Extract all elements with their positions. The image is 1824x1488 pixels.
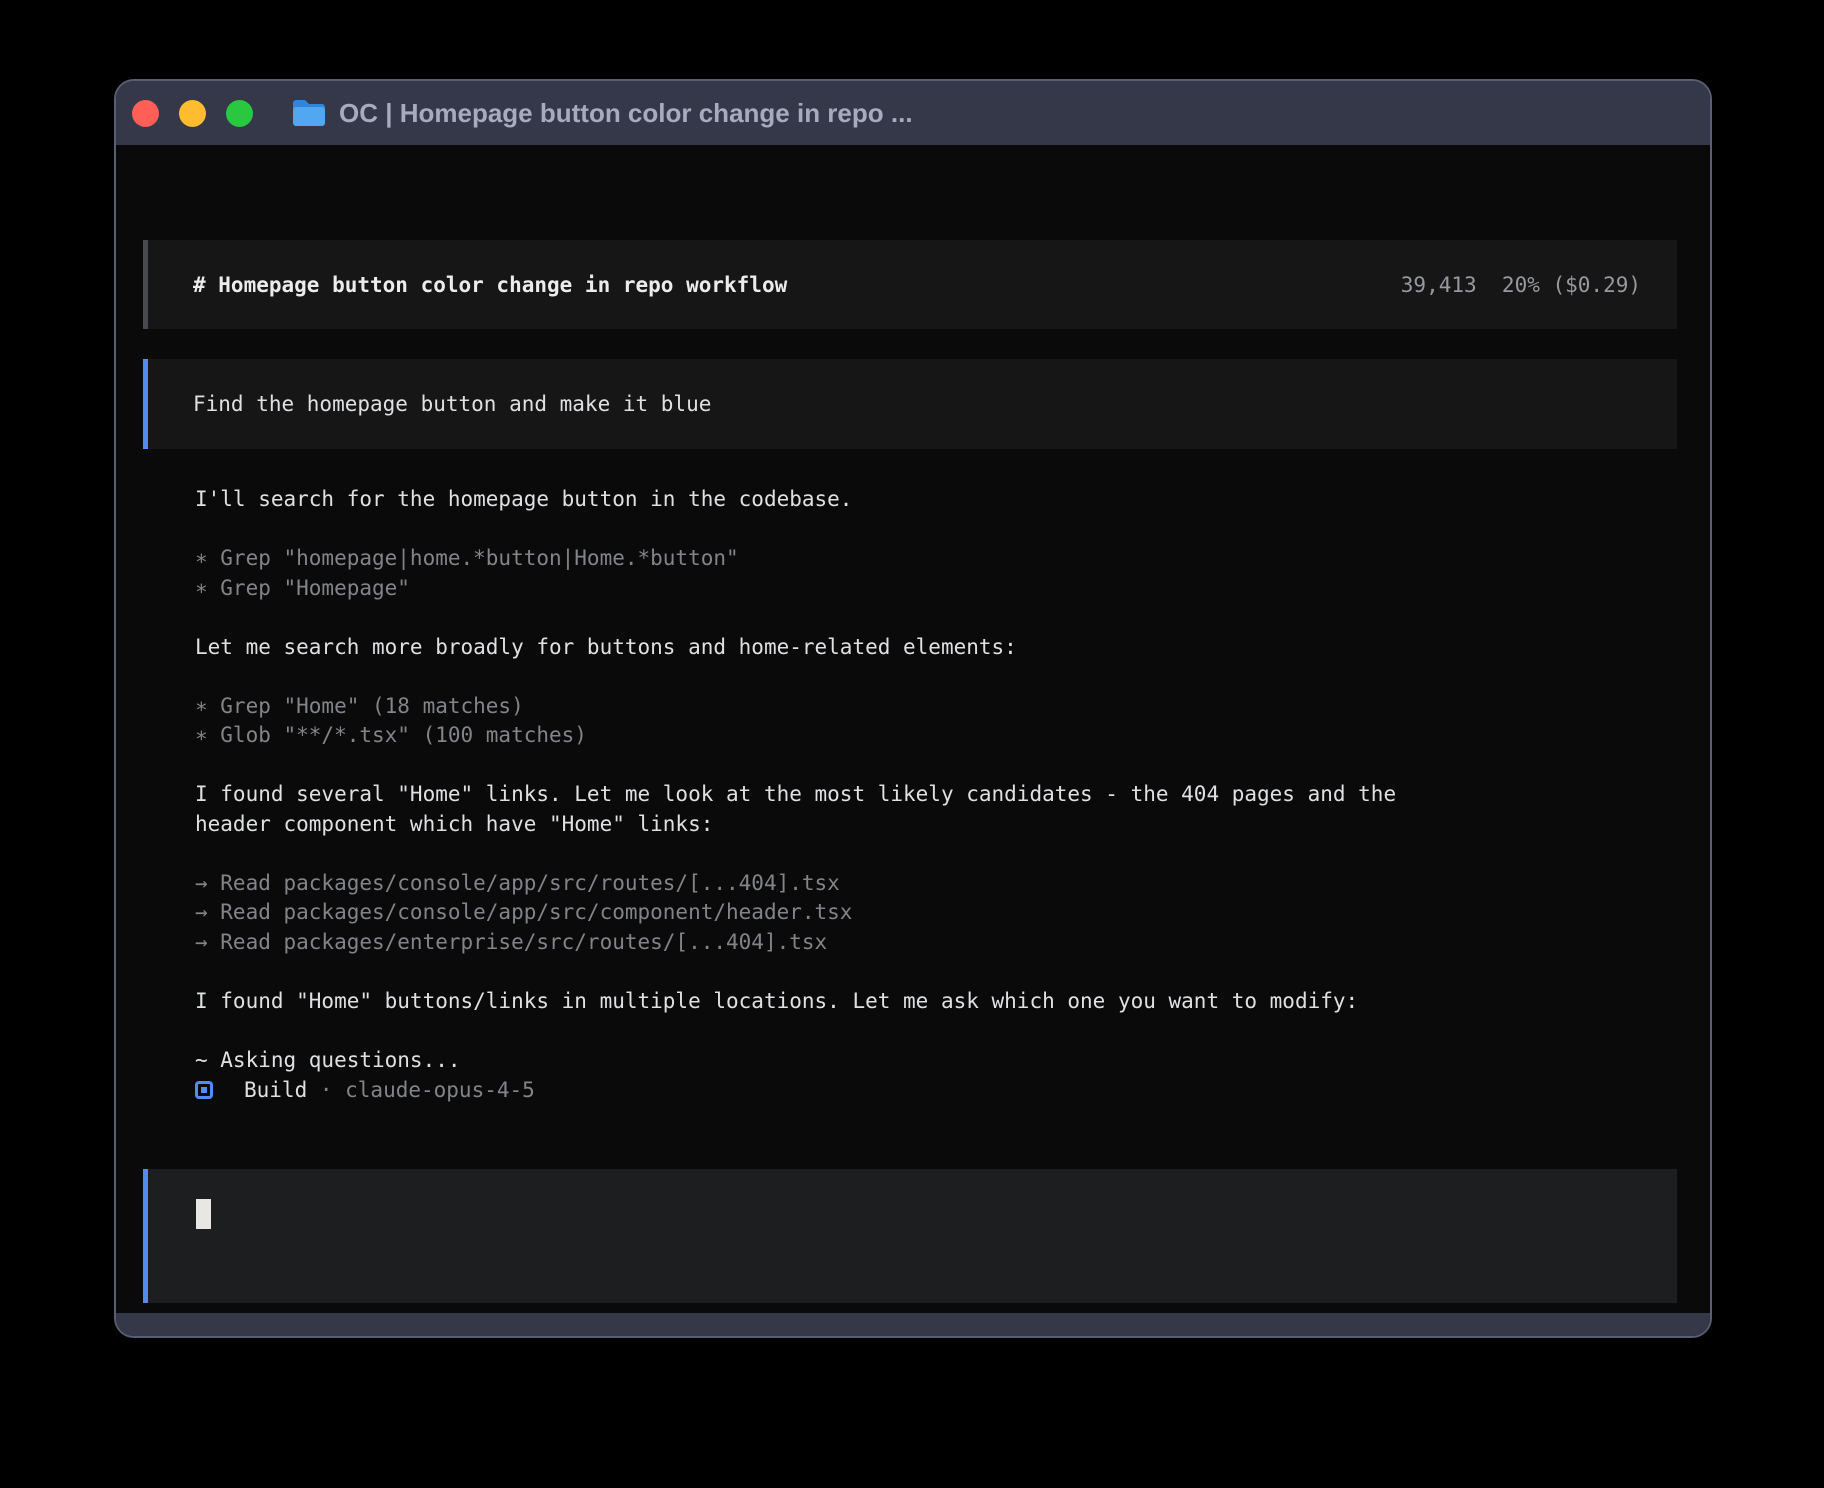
- assistant-text-line: I found "Home" buttons/links in multiple…: [195, 987, 1679, 1017]
- session-stats: 39,413 20% ($0.29): [1401, 273, 1677, 297]
- prompt-input[interactable]: Build Claude Opus 4.5 OpenCode Zen: [143, 1169, 1677, 1303]
- minimize-button[interactable]: [179, 100, 206, 127]
- assistant-text-line: I found several "Home" links. Let me loo…: [195, 780, 1679, 810]
- tool-call-line: → Read packages/console/app/src/componen…: [195, 898, 1679, 928]
- terminal-content: # Homepage button color change in repo w…: [116, 145, 1710, 1317]
- tool-call-group: → Read packages/console/app/src/routes/[…: [195, 869, 1679, 958]
- window-bottom-chrome: [116, 1313, 1710, 1336]
- assistant-text-line: Let me search more broadly for buttons a…: [195, 633, 1679, 663]
- tool-call-group: ∗ Grep "homepage|home.*button|Home.*butt…: [195, 544, 1679, 603]
- traffic-lights: [132, 100, 253, 127]
- assistant-text: ~ Asking questions...: [195, 1046, 1679, 1076]
- folder-icon: [291, 98, 327, 128]
- assistant-text: I'll search for the homepage button in t…: [195, 485, 1679, 515]
- assistant-text: I found "Home" buttons/links in multiple…: [195, 987, 1679, 1017]
- tool-call-line: → Read packages/enterprise/src/routes/[.…: [195, 928, 1679, 958]
- tool-call-group: ∗ Grep "Home" (18 matches)∗ Glob "**/*.t…: [195, 692, 1679, 751]
- terminal-window: OC | Homepage button color change in rep…: [114, 79, 1712, 1338]
- assistant-response: I'll search for the homepage button in t…: [195, 485, 1679, 1105]
- session-header: # Homepage button color change in repo w…: [143, 240, 1677, 329]
- assistant-text-line: header component which have "Home" links…: [195, 810, 1679, 840]
- agent-model: · claude-opus-4-5: [307, 1078, 535, 1102]
- tool-call-line: → Read packages/console/app/src/routes/[…: [195, 869, 1679, 899]
- window-title: OC | Homepage button color change in rep…: [339, 98, 913, 129]
- close-button[interactable]: [132, 100, 159, 127]
- assistant-paragraphs: I'll search for the homepage button in t…: [195, 485, 1679, 1075]
- zoom-button[interactable]: [226, 100, 253, 127]
- text-cursor: [196, 1199, 211, 1229]
- assistant-text: Let me search more broadly for buttons a…: [195, 633, 1679, 663]
- agent-status-line: Build · claude-opus-4-5: [195, 1075, 1679, 1105]
- tool-call-line: ∗ Grep "Home" (18 matches): [195, 692, 1679, 722]
- build-square-icon: [195, 1081, 213, 1099]
- assistant-text: I found several "Home" links. Let me loo…: [195, 780, 1679, 839]
- input-model-line: Build Claude Opus 4.5 OpenCode Zen: [193, 1285, 737, 1315]
- tool-call-line: ∗ Grep "Homepage": [195, 574, 1679, 604]
- assistant-text-line: ~ Asking questions...: [195, 1046, 1679, 1076]
- session-title: # Homepage button color change in repo w…: [148, 273, 787, 297]
- agent-name: Build: [244, 1078, 307, 1102]
- user-message: Find the homepage button and make it blu…: [143, 359, 1677, 449]
- tool-call-line: ∗ Glob "**/*.tsx" (100 matches): [195, 721, 1679, 751]
- tool-call-line: ∗ Grep "homepage|home.*button|Home.*butt…: [195, 544, 1679, 574]
- titlebar[interactable]: OC | Homepage button color change in rep…: [116, 81, 1710, 145]
- user-message-text: Find the homepage button and make it blu…: [148, 392, 711, 416]
- assistant-text-line: I'll search for the homepage button in t…: [195, 485, 1679, 515]
